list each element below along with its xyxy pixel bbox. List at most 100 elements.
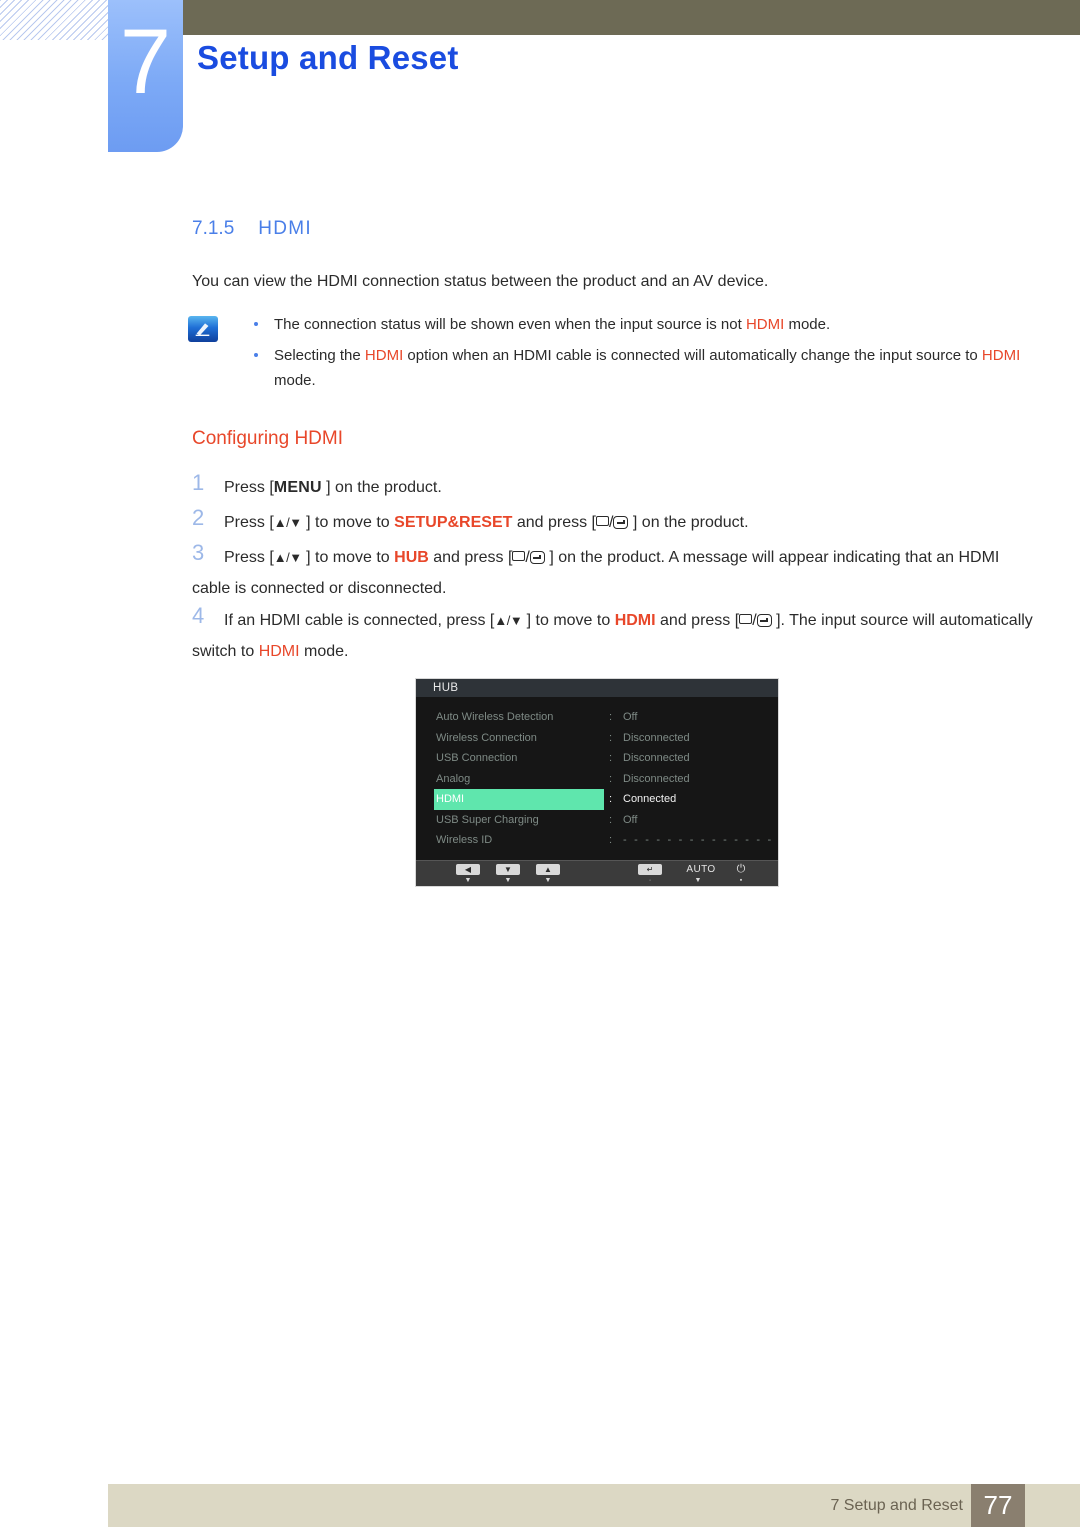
osd-row[interactable]: Auto Wireless Detection: Off (416, 707, 778, 728)
step-item: 2 Press [▲/▼ ] to move to SETUP&RESET an… (192, 505, 1042, 541)
enter-button-indicator: · (648, 877, 652, 884)
text-run: option when an HDMI cable is connected w… (403, 347, 982, 364)
enter-key-icon (756, 614, 772, 627)
step-number: 3 (192, 540, 205, 565)
power-button-indicator: ▪ (739, 877, 743, 884)
text-run: HUB (394, 549, 429, 566)
osd-row-label: Auto Wireless Detection (436, 711, 554, 723)
pen-glyph (195, 323, 210, 336)
auto-button-indicator: ▼ (694, 877, 702, 884)
text-run: mode. (299, 643, 349, 660)
text-run: ] on the product. (628, 514, 749, 531)
enter-key-icon (529, 551, 545, 564)
down-arrow-button-glyph: ▼ (496, 864, 520, 875)
osd-row-label: Wireless ID (436, 834, 493, 846)
text-run: and press [ (428, 549, 513, 566)
enter-button[interactable]: ↵ · (636, 864, 664, 885)
step-text: Press [▲/▼ ] to move to HUB and press [/… (192, 549, 999, 597)
up-arrow-button-glyph: ▲ (536, 864, 560, 875)
box-key-icon (512, 551, 526, 561)
text-run: Selecting the (274, 347, 365, 364)
text-run: SETUP&RESET (394, 514, 513, 531)
osd-row[interactable]: HDMI: Connected (416, 789, 778, 810)
text-run: MENU (273, 479, 322, 496)
text-run: HDMI (258, 643, 300, 660)
page-number: 77 (971, 1484, 1025, 1527)
footer-chapter-label: 7 Setup and Reset (830, 1497, 963, 1514)
osd-row[interactable]: USB Super Charging: Off (416, 810, 778, 831)
step-item: 3 Press [▲/▼ ] to move to HUB and press … (192, 540, 1042, 604)
osd-row-value: Off (623, 813, 638, 826)
osd-row-separator: : (609, 752, 613, 764)
note-bullet-text: The connection status will be shown even… (274, 316, 830, 333)
note-bullet: The connection status will be shown even… (248, 312, 1038, 337)
text-run: Press [ (224, 549, 274, 566)
box-key-icon (739, 614, 753, 624)
text-run: ] on the product. (321, 479, 442, 496)
step-number: 4 (192, 603, 205, 628)
text-run: mode. (784, 316, 831, 333)
step-number: 2 (192, 505, 205, 530)
osd-row[interactable]: USB Connection: Disconnected (416, 748, 778, 769)
osd-row-label: Wireless Connection (436, 731, 537, 744)
text-run: Press [ (224, 514, 274, 531)
osd-row[interactable]: Analog: Disconnected (416, 769, 778, 790)
osd-row-separator: : (609, 813, 613, 826)
bullet-dot (254, 353, 258, 357)
left-arrow-button-indicator: ▼ (464, 877, 472, 884)
section-number: 7.1.5 (192, 218, 235, 239)
down-arrow-button[interactable]: ▼ ▼ (494, 864, 522, 885)
enter-button-glyph: ↵ (638, 864, 662, 875)
step-item: 4 If an HDMI cable is connected, press [… (192, 603, 1042, 667)
text-run: ▲/▼ (273, 515, 302, 530)
text-run: HDMI (745, 316, 785, 333)
power-button-glyph: ⏻ (736, 863, 746, 875)
note-bullet: Selecting the HDMI option when an HDMI c… (248, 343, 1038, 393)
text-run: HDMI (614, 612, 656, 629)
text-run: / (752, 612, 757, 629)
chapter-title: Setup and Reset (197, 39, 459, 76)
step-text: If an HDMI cable is connected, press [▲/… (192, 612, 1033, 660)
text-run: HDMI (364, 347, 404, 364)
step-text: Press [▲/▼ ] to move to SETUP&RESET and … (224, 514, 749, 531)
osd-row-separator: : (609, 711, 613, 723)
osd-title: HUB (416, 679, 778, 697)
text-run: and press [ (655, 612, 740, 629)
osd-row-value: Connected (623, 793, 677, 805)
osd-row-separator: : (609, 793, 613, 805)
osd-row-separator: : (609, 834, 613, 846)
osd-row-value: Disconnected (623, 772, 690, 785)
osd-row-label: Analog (436, 772, 471, 785)
text-run: The connection status will be shown even… (274, 316, 746, 333)
text-run: ▲/▼ (494, 613, 523, 628)
osd-row[interactable]: Wireless Connection: Disconnected (416, 728, 778, 749)
section-intro: You can view the HDMI connection status … (192, 273, 769, 290)
page-header: 7 Setup and Reset (0, 0, 1080, 152)
down-arrow-button-indicator: ▼ (504, 877, 512, 884)
note-bullet-list: The connection status will be shown even… (248, 312, 1038, 393)
chapter-number: 7 (119, 11, 172, 113)
osd-row-label: USB Connection (436, 752, 518, 764)
note-pen-icon (188, 316, 218, 342)
text-run: mode. (274, 372, 316, 389)
page-footer: 7 Setup and Reset 77 (108, 1484, 1080, 1527)
step-item: 1 Press [MENU ] on the product. (192, 470, 1042, 506)
osd-row-value: Disconnected (623, 752, 690, 764)
text-run: ] to move to (301, 514, 395, 531)
osd-row-list: Auto Wireless Detection: Off Wireless Conn… (416, 707, 778, 867)
text-run: and press [ (512, 514, 596, 531)
text-run: ] to move to (301, 549, 395, 566)
auto-button[interactable]: AUTO ▼ (684, 864, 715, 885)
osd-row-separator: : (609, 731, 613, 744)
left-arrow-button[interactable]: ◀ ▼ (454, 864, 482, 885)
osd-row[interactable]: Wireless ID: - - - - - - - - - - - - - - … (416, 830, 778, 867)
power-button[interactable]: ⏻ ▪ (727, 864, 755, 885)
text-run: ▲/▼ (273, 550, 302, 565)
auto-button-glyph: AUTO (686, 864, 716, 875)
up-arrow-button-indicator: ▼ (544, 877, 552, 884)
osd-row-label: USB Super Charging (436, 813, 539, 826)
header-band (183, 0, 1080, 35)
up-arrow-button[interactable]: ▲ ▼ (534, 864, 562, 885)
configuring-heading: Configuring HDMI (192, 428, 343, 449)
text-run: If an HDMI cable is connected, press [ (224, 612, 495, 629)
